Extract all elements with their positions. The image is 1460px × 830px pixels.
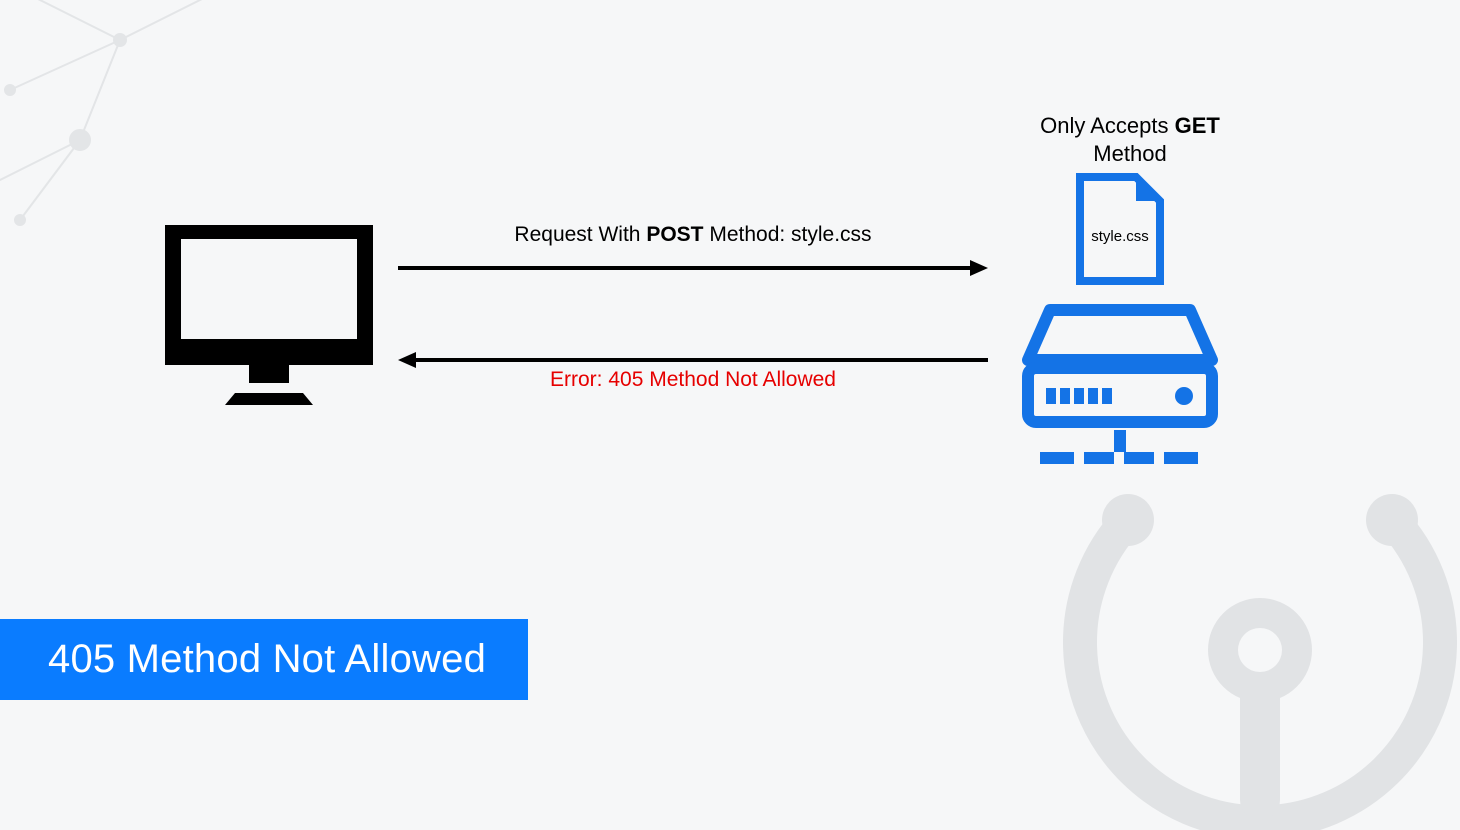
request-prefix: Request With [514, 223, 646, 246]
title-banner: 405 Method Not Allowed [0, 619, 528, 700]
request-arrow-icon [398, 258, 988, 278]
error-label: Error: 405 Method Not Allowed [398, 368, 988, 392]
request-suffix: Method: style.css [704, 223, 872, 246]
client-computer-icon [165, 225, 373, 405]
request-bold: POST [646, 223, 703, 246]
server-caption-line2: Method [1093, 141, 1166, 166]
file-name-label: style.css [1076, 228, 1164, 245]
response-arrow-icon [398, 350, 988, 370]
server-icon [1022, 302, 1218, 472]
request-label: Request With POST Method: style.css [398, 223, 988, 247]
server-caption-prefix: Only Accepts [1040, 113, 1175, 138]
decorative-network [0, 0, 300, 260]
server-caption: Only Accepts GET Method [1000, 112, 1260, 167]
server-caption-bold: GET [1175, 113, 1220, 138]
